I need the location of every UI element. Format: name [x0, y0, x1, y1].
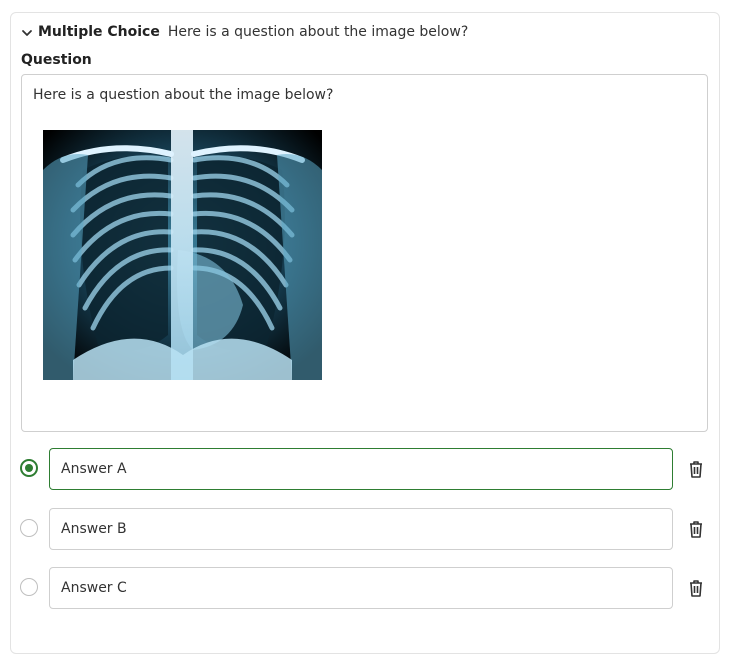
question-text[interactable]: Here is a question about the image below… [33, 87, 333, 103]
answer-a-input[interactable] [49, 448, 673, 490]
answer-row [20, 448, 710, 490]
question-editor[interactable]: Here is a question about the image below… [21, 74, 708, 432]
answer-c-input[interactable] [49, 567, 673, 609]
trash-icon[interactable] [687, 519, 705, 539]
answer-row [20, 508, 710, 550]
answer-c-radio[interactable] [20, 578, 38, 596]
trash-icon[interactable] [687, 459, 705, 479]
answer-b-radio[interactable] [20, 519, 38, 537]
question-summary: Here is a question about the image below… [167, 24, 469, 40]
question-label: Question [21, 52, 92, 68]
answer-a-radio[interactable] [20, 459, 38, 477]
chest-xray-image [43, 130, 322, 380]
chevron-down-icon[interactable] [20, 25, 34, 39]
question-type-label: Multiple Choice [38, 24, 160, 40]
trash-icon[interactable] [687, 578, 705, 598]
answer-row [20, 567, 710, 609]
answer-b-input[interactable] [49, 508, 673, 550]
question-header[interactable]: Multiple Choice Here is a question about… [20, 22, 468, 42]
